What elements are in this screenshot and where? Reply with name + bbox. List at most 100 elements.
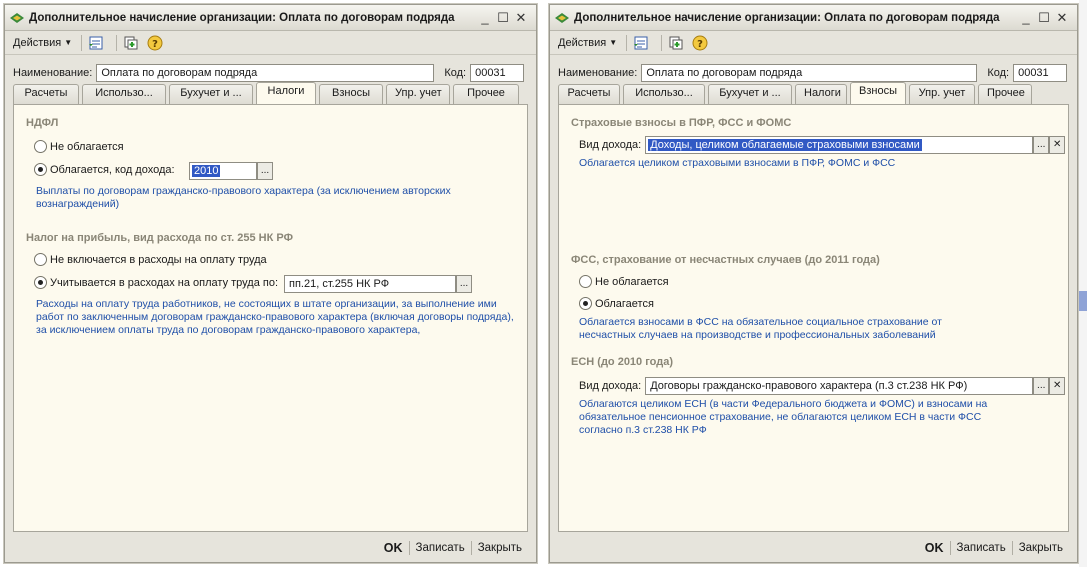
radio-label: Облагается, код дохода: [50,163,175,176]
close-window-button[interactable]: ✕ [1053,9,1071,27]
name-label: Наименование: [558,67,638,79]
fss-not-taxed-radio[interactable]: Не облагается [579,275,669,288]
tab-usage[interactable]: Использо... [623,84,705,104]
actions-menu-label: Действия [13,36,62,49]
ndfl-taxed-radio[interactable]: Облагается, код дохода: [34,163,175,176]
select-button[interactable]: ... [257,162,273,180]
save-button[interactable]: Записать [951,541,1012,555]
pfr-income-type-field: Вид дохода: Доходы, целиком облагаемые с… [579,136,1066,154]
close-button[interactable]: Закрыть [472,541,528,555]
contributions-panel: Страховые взносы в ПФР, ФСС и ФОМС Вид д… [558,104,1069,532]
radio-circle [579,297,592,310]
dialog-buttons: OK Записать Закрыть [378,540,528,556]
radio-label: Учитывается в расходах на оплату труда п… [50,276,279,289]
expense-type-field: пп.21, ст.255 НК РФ ... [284,275,472,293]
minimize-button[interactable]: _ [476,9,494,27]
actions-menu[interactable]: Действия ▼ [554,35,621,51]
close-button[interactable]: Закрыть [1013,541,1069,555]
help-button[interactable]: ? [146,34,164,52]
tab-calculations[interactable]: Расчеты [13,84,79,104]
name-row: Наименование: Оплата по договорам подряд… [558,63,1069,83]
ndfl-not-taxed-radio[interactable]: Не облагается [34,140,124,153]
radio-circle [34,163,47,176]
expense-type-input[interactable]: пп.21, ст.255 НК РФ [284,275,456,293]
radio-label: Не облагается [50,140,124,153]
income-code-field: 2010 ... [189,162,273,180]
radio-label: Не включается в расходы на оплату труда [50,253,267,266]
ndfl-note: Выплаты по договорам гражданско-правовог… [36,185,451,210]
select-button[interactable]: ... [456,275,472,293]
toolbar-divider [116,34,118,51]
title-bar: Дополнительное начисление организации: О… [5,5,536,31]
tab-contributions[interactable]: Взносы [319,84,383,104]
profit-tax-section-title: Налог на прибыль, вид расхода по ст. 255… [26,232,293,244]
tab-bar: Расчеты Использо... Бухучет и ... Налоги… [558,82,1069,104]
tab-management[interactable]: Упр. учет [909,84,975,104]
tab-contributions[interactable]: Взносы [850,82,906,104]
tab-accounting[interactable]: Бухучет и ... [708,84,792,104]
chevron-down-icon: ▼ [64,38,73,47]
pfr-section-title: Страховые взносы в ПФР, ФСС и ФОМС [571,117,792,129]
tab-other[interactable]: Прочее [978,84,1032,104]
select-button[interactable]: ... [1033,136,1050,154]
income-type-label: Вид дохода: [579,380,642,392]
tab-accounting[interactable]: Бухучет и ... [169,84,253,104]
toolbar: Действия ▼ ? [5,31,536,55]
fss-section-title: ФСС, страхование от несчастных случаев (… [571,254,880,266]
radio-circle [34,276,47,289]
app-logo-icon [555,12,569,23]
tab-taxes[interactable]: Налоги [795,84,847,104]
svg-text:?: ? [152,39,158,50]
code-input[interactable]: 00031 [470,64,525,82]
toolbar-divider [81,34,83,51]
copy-button[interactable] [122,34,140,52]
tab-bar: Расчеты Использо... Бухучет и ... Налоги… [13,82,528,104]
profit-included-radio[interactable]: Учитывается в расходах на оплату труда п… [34,276,278,289]
open-list-button[interactable] [632,34,650,52]
minimize-button[interactable]: _ [1017,9,1035,27]
tab-calculations[interactable]: Расчеты [558,84,620,104]
clear-icon[interactable]: ✕ [1049,136,1066,154]
maximize-button[interactable]: ☐ [1035,9,1053,27]
fss-taxed-radio[interactable]: Облагается [579,297,654,310]
tab-other[interactable]: Прочее [453,84,519,104]
close-window-button[interactable]: ✕ [512,9,530,27]
window-title: Дополнительное начисление организации: О… [29,11,455,24]
esn-income-type-input[interactable]: Договоры гражданско-правового характера … [645,377,1034,395]
tab-usage[interactable]: Использо... [82,84,166,104]
tab-taxes[interactable]: Налоги [256,82,316,104]
select-button[interactable]: ... [1033,377,1050,395]
svg-text:?: ? [697,39,703,50]
open-list-button[interactable] [87,34,105,52]
profit-not-included-radio[interactable]: Не включается в расходы на оплату труда [34,253,267,266]
radio-circle [34,253,47,266]
ok-button[interactable]: OK [378,540,409,556]
ok-button[interactable]: OK [919,540,950,556]
name-input[interactable]: Оплата по договорам подряда [641,64,978,82]
copy-icon [124,36,138,49]
name-input[interactable]: Оплата по договорам подряда [96,64,435,82]
open-list-icon [634,36,648,49]
pfr-income-type-value: Доходы, целиком облагаемые страховыми вз… [648,139,922,151]
help-button[interactable]: ? [691,34,709,52]
name-row: Наименование: Оплата по договорам подряд… [13,63,528,83]
tab-management[interactable]: Упр. учет [386,84,450,104]
copy-button[interactable] [667,34,685,52]
income-code-input[interactable]: 2010 [189,162,257,180]
clear-icon[interactable]: ✕ [1049,377,1066,395]
help-icon: ? [147,35,163,50]
fss-note: Облагается взносами в ФСС на обязательно… [579,316,942,341]
profit-tax-note: Расходы на оплату труда работников, не с… [36,298,514,336]
radio-label: Не облагается [595,275,669,288]
background-window-edge [1079,0,1087,567]
window-title: Дополнительное начисление организации: О… [574,11,1000,24]
ndfl-section-title: НДФЛ [26,117,59,129]
chevron-down-icon: ▼ [609,38,618,47]
save-button[interactable]: Записать [410,541,471,555]
actions-menu[interactable]: Действия ▼ [9,35,76,51]
name-label: Наименование: [13,67,93,79]
code-input[interactable]: 00031 [1013,64,1068,82]
window-contributions: Дополнительное начисление организации: О… [549,4,1078,563]
maximize-button[interactable]: ☐ [494,9,512,27]
pfr-income-type-input[interactable]: Доходы, целиком облагаемые страховыми вз… [645,136,1034,154]
